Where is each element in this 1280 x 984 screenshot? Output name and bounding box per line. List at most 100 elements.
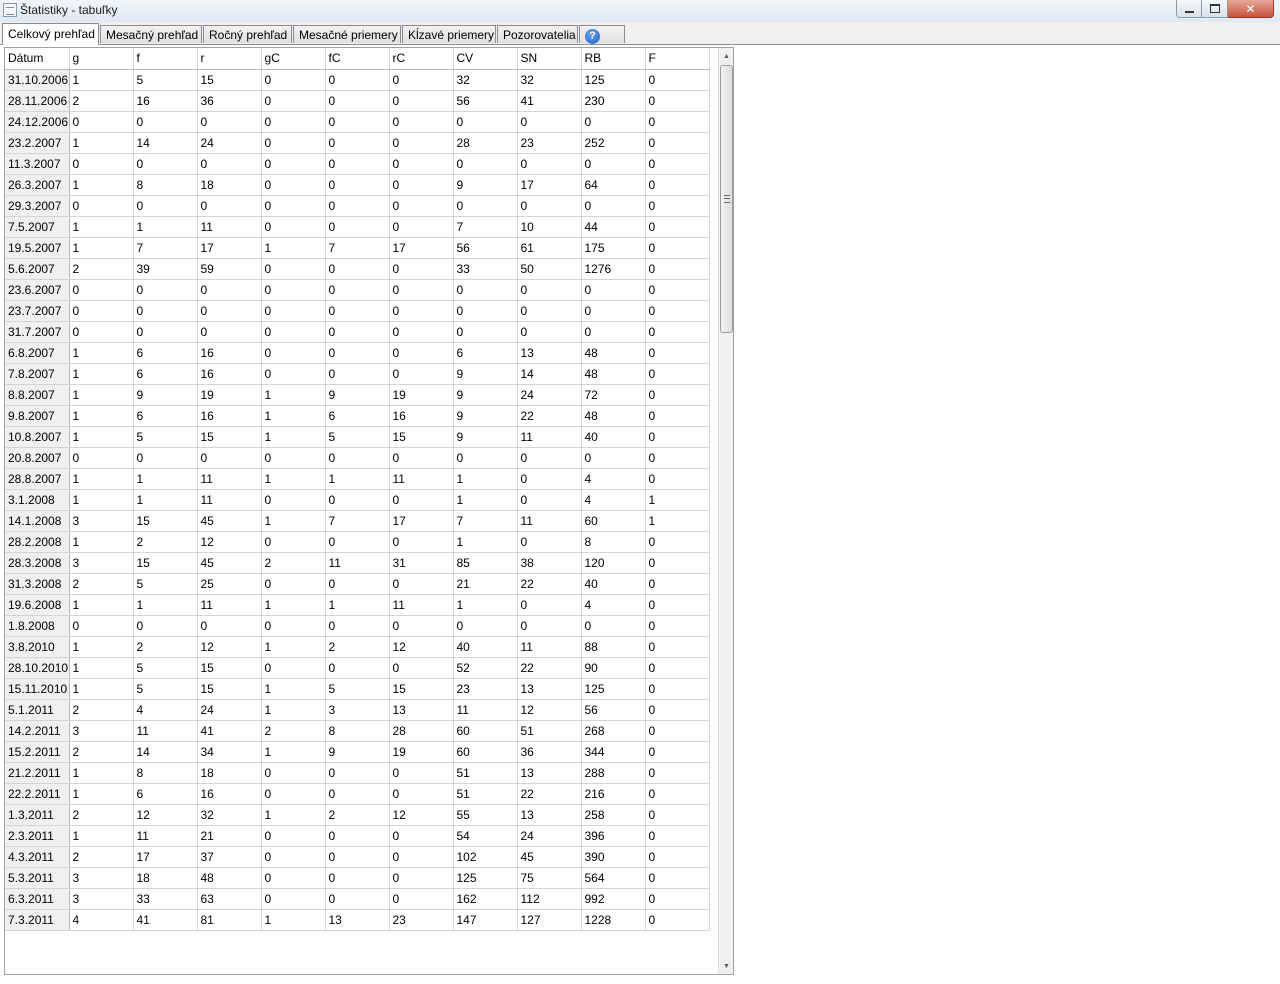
cell-cv[interactable]: 1 bbox=[453, 489, 518, 511]
cell-r[interactable]: 17 bbox=[197, 237, 262, 259]
cell-g[interactable]: 1 bbox=[69, 384, 134, 406]
table-row[interactable]: 14.2.2011 3 11 41 2 8 28 60 51 268 0 bbox=[5, 720, 710, 742]
cell-cv[interactable]: 125 bbox=[453, 867, 518, 889]
cell-sn[interactable]: 45 bbox=[517, 846, 582, 868]
row-header-date[interactable]: 29.3.2007 bbox=[5, 195, 70, 217]
cell-fc[interactable]: 0 bbox=[325, 90, 390, 112]
cell-sn[interactable]: 0 bbox=[517, 489, 582, 511]
table-row[interactable]: 14.1.2008 3 15 45 1 7 17 7 11 60 1 bbox=[5, 510, 710, 532]
cell-rb[interactable]: 4 bbox=[581, 594, 646, 616]
cell-f-flag[interactable]: 0 bbox=[645, 279, 710, 301]
cell-f-flag[interactable]: 0 bbox=[645, 867, 710, 889]
cell-gc[interactable]: 0 bbox=[261, 846, 326, 868]
cell-rb[interactable]: 396 bbox=[581, 825, 646, 847]
cell-gc[interactable]: 0 bbox=[261, 90, 326, 112]
cell-fc[interactable]: 0 bbox=[325, 153, 390, 175]
table-row[interactable]: 7.5.2007 1 1 11 0 0 0 7 10 44 0 bbox=[5, 216, 710, 238]
cell-f-flag[interactable]: 1 bbox=[645, 510, 710, 532]
cell-rc[interactable]: 15 bbox=[389, 426, 454, 448]
row-header-date[interactable]: 23.7.2007 bbox=[5, 300, 70, 322]
cell-rc[interactable]: 0 bbox=[389, 69, 454, 91]
cell-cv[interactable]: 23 bbox=[453, 678, 518, 700]
cell-g[interactable]: 1 bbox=[69, 678, 134, 700]
cell-f[interactable]: 1 bbox=[133, 594, 198, 616]
cell-r[interactable]: 45 bbox=[197, 552, 262, 574]
cell-r[interactable]: 34 bbox=[197, 741, 262, 763]
cell-rb[interactable]: 60 bbox=[581, 510, 646, 532]
row-header-date[interactable]: 7.8.2007 bbox=[5, 363, 70, 385]
cell-gc[interactable]: 0 bbox=[261, 489, 326, 511]
tab-mesacny-prehlad[interactable]: Mesačný prehľad bbox=[100, 25, 202, 43]
cell-rc[interactable]: 0 bbox=[389, 825, 454, 847]
cell-rb[interactable]: 252 bbox=[581, 132, 646, 154]
cell-r[interactable]: 18 bbox=[197, 174, 262, 196]
cell-fc[interactable]: 5 bbox=[325, 426, 390, 448]
table-row[interactable]: 2.3.2011 1 11 21 0 0 0 54 24 396 0 bbox=[5, 825, 710, 847]
cell-sn[interactable]: 13 bbox=[517, 678, 582, 700]
cell-g[interactable]: 1 bbox=[69, 825, 134, 847]
cell-g[interactable]: 0 bbox=[69, 195, 134, 217]
cell-fc[interactable]: 0 bbox=[325, 531, 390, 553]
cell-sn[interactable]: 0 bbox=[517, 468, 582, 490]
cell-sn[interactable]: 22 bbox=[517, 783, 582, 805]
cell-rb[interactable]: 64 bbox=[581, 174, 646, 196]
cell-f[interactable]: 33 bbox=[133, 888, 198, 910]
cell-cv[interactable]: 9 bbox=[453, 174, 518, 196]
cell-gc[interactable]: 0 bbox=[261, 174, 326, 196]
cell-gc[interactable]: 0 bbox=[261, 153, 326, 175]
column-header-gc[interactable]: gC bbox=[261, 48, 326, 70]
cell-fc[interactable]: 0 bbox=[325, 216, 390, 238]
cell-r[interactable]: 63 bbox=[197, 888, 262, 910]
cell-rb[interactable]: 120 bbox=[581, 552, 646, 574]
cell-rc[interactable]: 28 bbox=[389, 720, 454, 742]
table-row[interactable]: 5.6.2007 2 39 59 0 0 0 33 50 1276 0 bbox=[5, 258, 710, 280]
cell-sn[interactable]: 0 bbox=[517, 321, 582, 343]
cell-r[interactable]: 16 bbox=[197, 363, 262, 385]
cell-r[interactable]: 37 bbox=[197, 846, 262, 868]
cell-f-flag[interactable]: 0 bbox=[645, 741, 710, 763]
table-row[interactable]: 31.7.2007 0 0 0 0 0 0 0 0 0 0 bbox=[5, 321, 710, 343]
cell-cv[interactable]: 9 bbox=[453, 405, 518, 427]
table-row[interactable]: 7.8.2007 1 6 16 0 0 0 9 14 48 0 bbox=[5, 363, 710, 385]
close-button[interactable]: ✕ bbox=[1228, 0, 1274, 18]
cell-sn[interactable]: 0 bbox=[517, 195, 582, 217]
cell-fc[interactable]: 2 bbox=[325, 636, 390, 658]
cell-sn[interactable]: 0 bbox=[517, 153, 582, 175]
cell-f[interactable]: 5 bbox=[133, 426, 198, 448]
row-header-date[interactable]: 3.8.2010 bbox=[5, 636, 70, 658]
cell-gc[interactable]: 0 bbox=[261, 132, 326, 154]
cell-rb[interactable]: 0 bbox=[581, 300, 646, 322]
cell-cv[interactable]: 55 bbox=[453, 804, 518, 826]
tab-celkovy-prehlad[interactable]: Celkový prehľad bbox=[2, 23, 99, 45]
cell-f-flag[interactable]: 0 bbox=[645, 111, 710, 133]
cell-fc[interactable]: 0 bbox=[325, 111, 390, 133]
cell-f[interactable]: 6 bbox=[133, 405, 198, 427]
cell-gc[interactable]: 0 bbox=[261, 783, 326, 805]
cell-r[interactable]: 11 bbox=[197, 489, 262, 511]
cell-r[interactable]: 11 bbox=[197, 594, 262, 616]
cell-g[interactable]: 3 bbox=[69, 888, 134, 910]
cell-rc[interactable]: 23 bbox=[389, 909, 454, 931]
cell-cv[interactable]: 102 bbox=[453, 846, 518, 868]
row-header-date[interactable]: 28.10.2010 bbox=[5, 657, 70, 679]
cell-fc[interactable]: 0 bbox=[325, 69, 390, 91]
cell-fc[interactable]: 9 bbox=[325, 741, 390, 763]
cell-gc[interactable]: 1 bbox=[261, 468, 326, 490]
cell-rb[interactable]: 344 bbox=[581, 741, 646, 763]
cell-g[interactable]: 1 bbox=[69, 405, 134, 427]
cell-sn[interactable]: 0 bbox=[517, 279, 582, 301]
cell-fc[interactable]: 0 bbox=[325, 825, 390, 847]
cell-f-flag[interactable]: 0 bbox=[645, 678, 710, 700]
cell-fc[interactable]: 0 bbox=[325, 279, 390, 301]
cell-rc[interactable]: 0 bbox=[389, 762, 454, 784]
row-header-date[interactable]: 24.12.2006 bbox=[5, 111, 70, 133]
cell-gc[interactable]: 0 bbox=[261, 216, 326, 238]
cell-f[interactable]: 6 bbox=[133, 342, 198, 364]
cell-gc[interactable]: 0 bbox=[261, 321, 326, 343]
cell-rc[interactable]: 0 bbox=[389, 783, 454, 805]
row-header-date[interactable]: 5.6.2007 bbox=[5, 258, 70, 280]
row-header-date[interactable]: 6.8.2007 bbox=[5, 342, 70, 364]
row-header-date[interactable]: 9.8.2007 bbox=[5, 405, 70, 427]
cell-f-flag[interactable]: 0 bbox=[645, 90, 710, 112]
table-row[interactable]: 19.5.2007 1 7 17 1 7 17 56 61 175 0 bbox=[5, 237, 710, 259]
